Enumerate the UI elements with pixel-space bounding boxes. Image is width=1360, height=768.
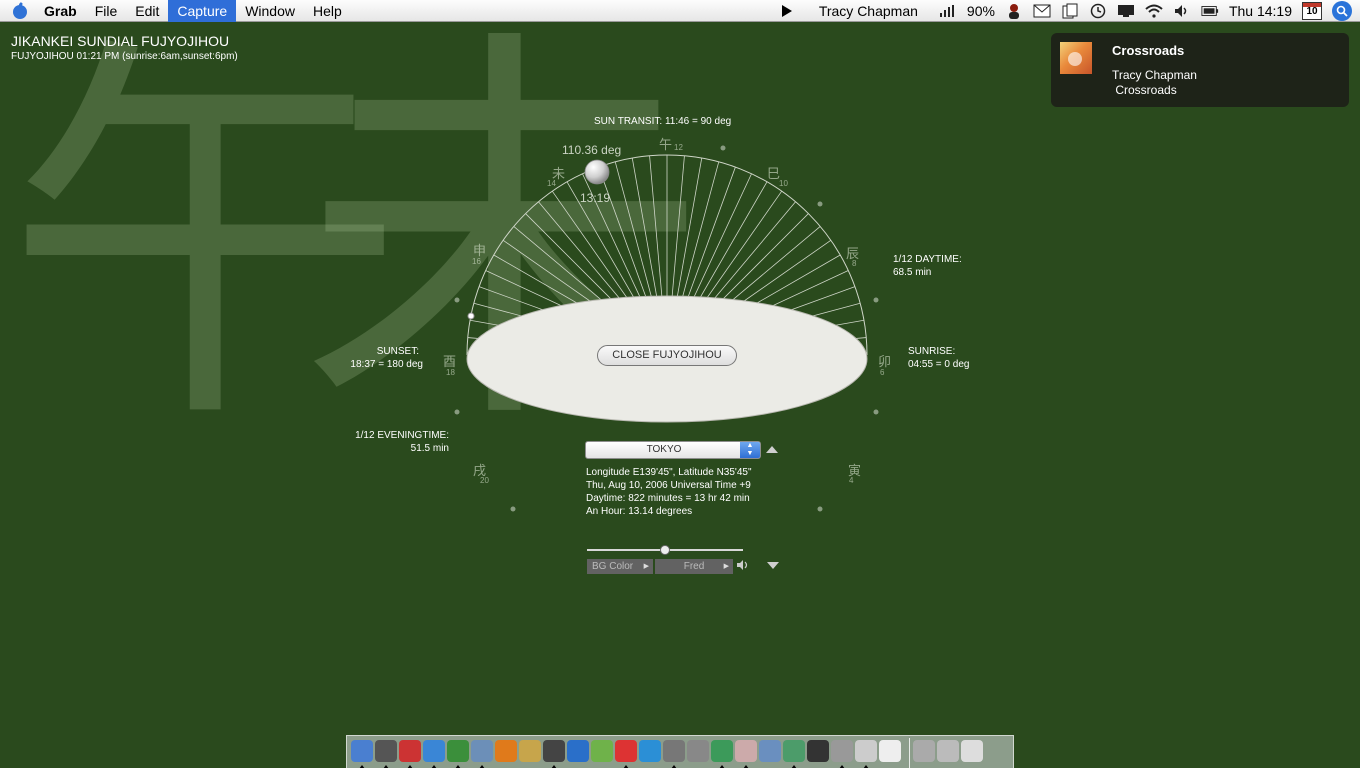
speaker-icon[interactable] [736,559,752,574]
dock-app-icon[interactable] [423,740,445,762]
sunset-value: 18:37 = 180 deg [350,359,423,370]
location-an-hour: An Hour: 13.14 degrees [586,506,693,517]
dock-app-icon[interactable] [855,740,877,762]
close-fujyojihou-button[interactable]: CLOSE FUJYOJIHOU [597,345,737,366]
dock-app-icon[interactable] [351,740,373,762]
hour-num-20: 20 [480,476,489,485]
hour-num-18: 18 [446,368,455,377]
sunrise-value: 04:55 = 0 deg [908,359,970,370]
caret-right-icon: ▶ [723,563,729,570]
dock-app-icon[interactable] [447,740,469,762]
caret-right-icon: ▶ [643,563,649,570]
sun-angle-label: 110.36 deg [562,143,622,157]
hour-dot [873,297,879,303]
select-arrows-icon: ▲ ▼ [740,442,760,458]
hour-dot [454,409,460,415]
voice-select-button[interactable]: Fred ▶ [655,559,733,574]
sunrise-title: SUNRISE: [908,346,956,357]
collapse-triangle-icon[interactable] [766,446,778,453]
dock-app-icon[interactable] [591,740,613,762]
hour-dot [510,506,516,512]
sun-ball [584,159,610,185]
hour-num-12: 12 [674,143,683,152]
dock-app-icon[interactable] [711,740,733,762]
dock-app-icon[interactable] [961,740,983,762]
dock-app-icon[interactable] [375,740,397,762]
hour-num-14: 14 [547,179,556,188]
dock-app-icon[interactable] [495,740,517,762]
hour-glyph-12: 午 [659,138,673,153]
bg-color-label: BG Color [592,561,634,572]
eveningtime-value: 51.5 min [410,443,449,454]
sun-transit-label: SUN TRANSIT: 11:46 = 90 deg [594,116,732,127]
dock-app-icon[interactable] [807,740,829,762]
dock-app-icon[interactable] [663,740,685,762]
voice-label: Fred [683,561,705,572]
dock-app-icon[interactable] [735,740,757,762]
location-daytime: Daytime: 822 minutes = 13 hr 42 min [586,493,750,504]
dock [346,735,1014,768]
dock-app-icon[interactable] [831,740,853,762]
expand-triangle-icon[interactable] [767,562,779,569]
hour-num-6: 6 [880,368,885,377]
location-selected: TOKYO [646,444,682,455]
dock-app-icon[interactable] [615,740,637,762]
hour-num-4: 4 [849,476,854,485]
dock-app-icon[interactable] [937,740,959,762]
location-info: Longitude E139'45", Latitude N35'45" Thu… [586,466,752,518]
hour-dot [817,201,823,207]
dock-app-icon[interactable] [399,740,421,762]
dock-app-icon[interactable] [687,740,709,762]
dock-app-icon[interactable] [519,740,541,762]
hour-num-10: 10 [779,179,788,188]
dock-app-icon[interactable] [913,740,935,762]
location-select[interactable]: TOKYO ▲ ▼ [585,441,761,459]
bg-color-button[interactable]: BG Color ▶ [587,559,653,574]
hour-dot [873,409,879,415]
dock-app-icon[interactable] [759,740,781,762]
sunset-marker [467,312,475,320]
hour-dot [817,506,823,512]
dock-app-icon[interactable] [471,740,493,762]
dock-app-icon[interactable] [639,740,661,762]
hour-dot [454,297,460,303]
dock-app-icon[interactable] [879,740,901,762]
dock-separator [909,738,910,768]
location-coords: Longitude E139'45", Latitude N35'45" [586,467,752,478]
dock-app-icon[interactable] [567,740,589,762]
dock-app-icon[interactable] [543,740,565,762]
sun-time-label: 13:19 [580,191,611,205]
daytime-title: 1/12 DAYTIME: [893,254,962,265]
sunset-title: SUNSET: [376,346,419,357]
dock-app-icon[interactable] [783,740,805,762]
hour-dot [720,145,726,151]
hour-num-16: 16 [472,257,481,266]
hour-num-8: 8 [852,259,857,268]
location-date: Thu, Aug 10, 2006 Universal Time +9 [586,480,751,491]
daytime-value: 68.5 min [893,267,932,278]
eveningtime-title: 1/12 EVENINGTIME: [355,430,449,441]
time-slider-knob[interactable] [660,545,670,555]
